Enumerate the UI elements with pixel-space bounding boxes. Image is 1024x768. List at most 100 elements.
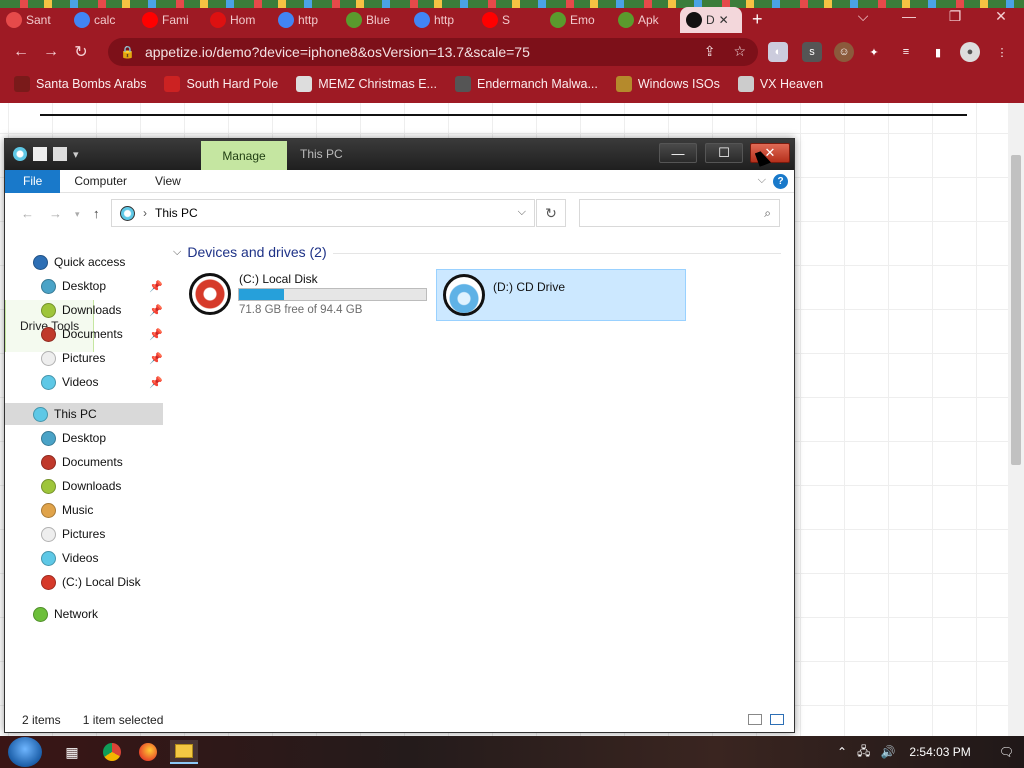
tab-computer[interactable]: Computer (60, 170, 141, 193)
task-view-icon[interactable]: ▦ (58, 740, 86, 764)
bookmark-item[interactable]: MEMZ Christmas E... (296, 76, 437, 92)
forward-arrow-icon[interactable]: → (36, 43, 66, 61)
nav-item[interactable]: Network (5, 603, 163, 625)
nav-item-label: (C:) Local Disk (62, 575, 141, 589)
volume-icon[interactable]: 🔊 (880, 745, 895, 759)
browser-tab[interactable]: Blue (340, 7, 408, 33)
pin-icon[interactable]: 📌 (149, 304, 163, 317)
browser-tab[interactable]: Apk (612, 7, 680, 33)
extension-flag-icon[interactable]: ◐ (768, 42, 788, 62)
scrollbar-thumb[interactable] (1011, 155, 1021, 465)
address-dropdown-icon[interactable]: ⌵ (518, 206, 526, 219)
breadcrumb-this-pc[interactable]: This PC (155, 206, 198, 220)
nav-item[interactable]: Videos (5, 547, 163, 569)
reload-icon[interactable]: ↻ (66, 42, 96, 62)
extensions-puzzle-icon[interactable]: ✦ (864, 42, 884, 62)
restore-button[interactable]: ❐ (932, 0, 978, 32)
pin-icon[interactable]: 📌 (149, 352, 163, 365)
forward-icon[interactable]: → (49, 206, 62, 221)
extension-s-icon[interactable]: s (802, 42, 822, 62)
notifications-icon[interactable]: 🗨 (999, 745, 1014, 759)
chrome-taskbar-icon[interactable] (98, 740, 126, 764)
nav-item[interactable]: Desktop 📌 (5, 275, 163, 297)
browser-tab[interactable]: http (272, 7, 340, 33)
tab-file[interactable]: File (5, 169, 61, 193)
nav-item[interactable]: Quick access (5, 251, 163, 273)
pin-icon[interactable]: 📌 (149, 376, 163, 389)
browser-tab[interactable]: Hom (204, 7, 272, 33)
devices-group-header[interactable]: ⌵ Devices and drives (2) (173, 244, 781, 260)
file-explorer-taskbar-icon[interactable] (170, 740, 198, 764)
up-arrow-icon[interactable]: ↑ (93, 206, 100, 221)
lock-icon[interactable]: 🔒 (120, 45, 135, 59)
back-arrow-icon[interactable]: ← (6, 43, 36, 61)
close-tab-icon[interactable]: ✕ (719, 13, 729, 27)
large-icons-view-icon[interactable] (770, 714, 784, 725)
drive-name: (D:) CD Drive (493, 280, 565, 294)
drive-c[interactable]: (C:) Local Disk 71.8 GB free of 94.4 GB (185, 269, 435, 321)
nav-item[interactable]: Downloads 📌 (5, 299, 163, 321)
drive-d[interactable]: (D:) CD Drive (436, 269, 686, 321)
collapse-chevron-icon[interactable]: ⌵ (173, 246, 181, 259)
search-input[interactable]: ⌕ (579, 199, 780, 227)
help-icon[interactable]: ? (773, 174, 788, 189)
close-browser-button[interactable]: ✕ (978, 0, 1024, 32)
browser-tab[interactable]: Emo (544, 7, 612, 33)
details-view-icon[interactable] (748, 714, 762, 725)
address-field[interactable]: › This PC ⌵ (111, 199, 535, 227)
show-hidden-icons-icon[interactable]: ⌃ (837, 745, 847, 759)
new-tab-button[interactable]: + (742, 9, 773, 30)
minimize-icon[interactable]: — (659, 143, 697, 163)
new-folder-icon[interactable] (53, 147, 67, 161)
minimize-button[interactable]: — (886, 0, 932, 32)
tab-label: D (706, 13, 715, 27)
tab-search-button[interactable]: ⌵ (840, 0, 886, 32)
manage-contextual-tab[interactable]: Manage (201, 141, 287, 170)
refresh-icon[interactable]: ↻ (536, 199, 566, 227)
title-bar[interactable]: ▾ Manage This PC — ☐ ✕ (5, 139, 794, 170)
browser-tab[interactable]: http (408, 7, 476, 33)
browser-tab[interactable]: Fami (136, 7, 204, 33)
customize-chevron-icon[interactable]: ▾ (73, 148, 79, 161)
nav-item[interactable]: Documents 📌 (5, 323, 163, 345)
expand-ribbon-icon[interactable]: ⌵ (758, 174, 766, 187)
bookmark-item[interactable]: South Hard Pole (164, 76, 278, 92)
profile-icon[interactable]: ● (960, 42, 980, 62)
nav-item[interactable]: Downloads (5, 475, 163, 497)
page-scrollbar[interactable] (1008, 103, 1024, 736)
share-icon[interactable]: ⇪ (704, 43, 716, 60)
bookmark-item[interactable]: Endermanch Malwa... (454, 76, 598, 92)
maximize-icon[interactable]: ☐ (705, 143, 743, 163)
bookmark-item[interactable]: Windows ISOs (615, 76, 720, 92)
nav-item[interactable]: This PC (5, 403, 163, 425)
clock[interactable]: 2:54:03 PM (909, 745, 970, 759)
pin-icon[interactable]: 📌 (149, 328, 163, 341)
browser-tab[interactable]: S (476, 7, 544, 33)
nav-item[interactable]: Videos 📌 (5, 371, 163, 393)
properties-icon[interactable] (33, 147, 47, 161)
browser-tab[interactable]: calc (68, 7, 136, 33)
network-icon[interactable]: 🖧 (857, 742, 870, 763)
browser-tab[interactable]: Sant (0, 7, 68, 33)
menu-kebab-icon[interactable]: ⋮ (992, 42, 1012, 62)
nav-item[interactable]: Pictures 📌 (5, 347, 163, 369)
tab-view[interactable]: View (141, 170, 195, 193)
browser-tab[interactable]: D ✕ (680, 7, 742, 33)
bookmark-item[interactable]: VX Heaven (737, 76, 823, 92)
media-queue-icon[interactable]: ≡ (896, 42, 916, 62)
extension-avatar-icon[interactable]: ☺ (834, 42, 854, 62)
side-panel-icon[interactable]: ▮ (928, 42, 948, 62)
firefox-taskbar-icon[interactable] (134, 740, 162, 764)
nav-item[interactable]: Desktop (5, 427, 163, 449)
recent-chevron-icon[interactable]: ▾ (75, 209, 80, 220)
nav-item[interactable]: Music (5, 499, 163, 521)
address-bar[interactable]: 🔒 appetize.io/demo?device=iphone8&osVers… (108, 38, 758, 66)
nav-item[interactable]: Pictures (5, 523, 163, 545)
nav-item[interactable]: Documents (5, 451, 163, 473)
nav-item[interactable]: (C:) Local Disk (5, 571, 163, 593)
start-button[interactable] (8, 737, 42, 767)
back-icon[interactable]: ← (21, 206, 34, 221)
pin-icon[interactable]: 📌 (149, 280, 163, 293)
bookmark-item[interactable]: Santa Bombs Arabs (14, 76, 146, 92)
bookmark-star-icon[interactable]: ☆ (733, 43, 746, 60)
